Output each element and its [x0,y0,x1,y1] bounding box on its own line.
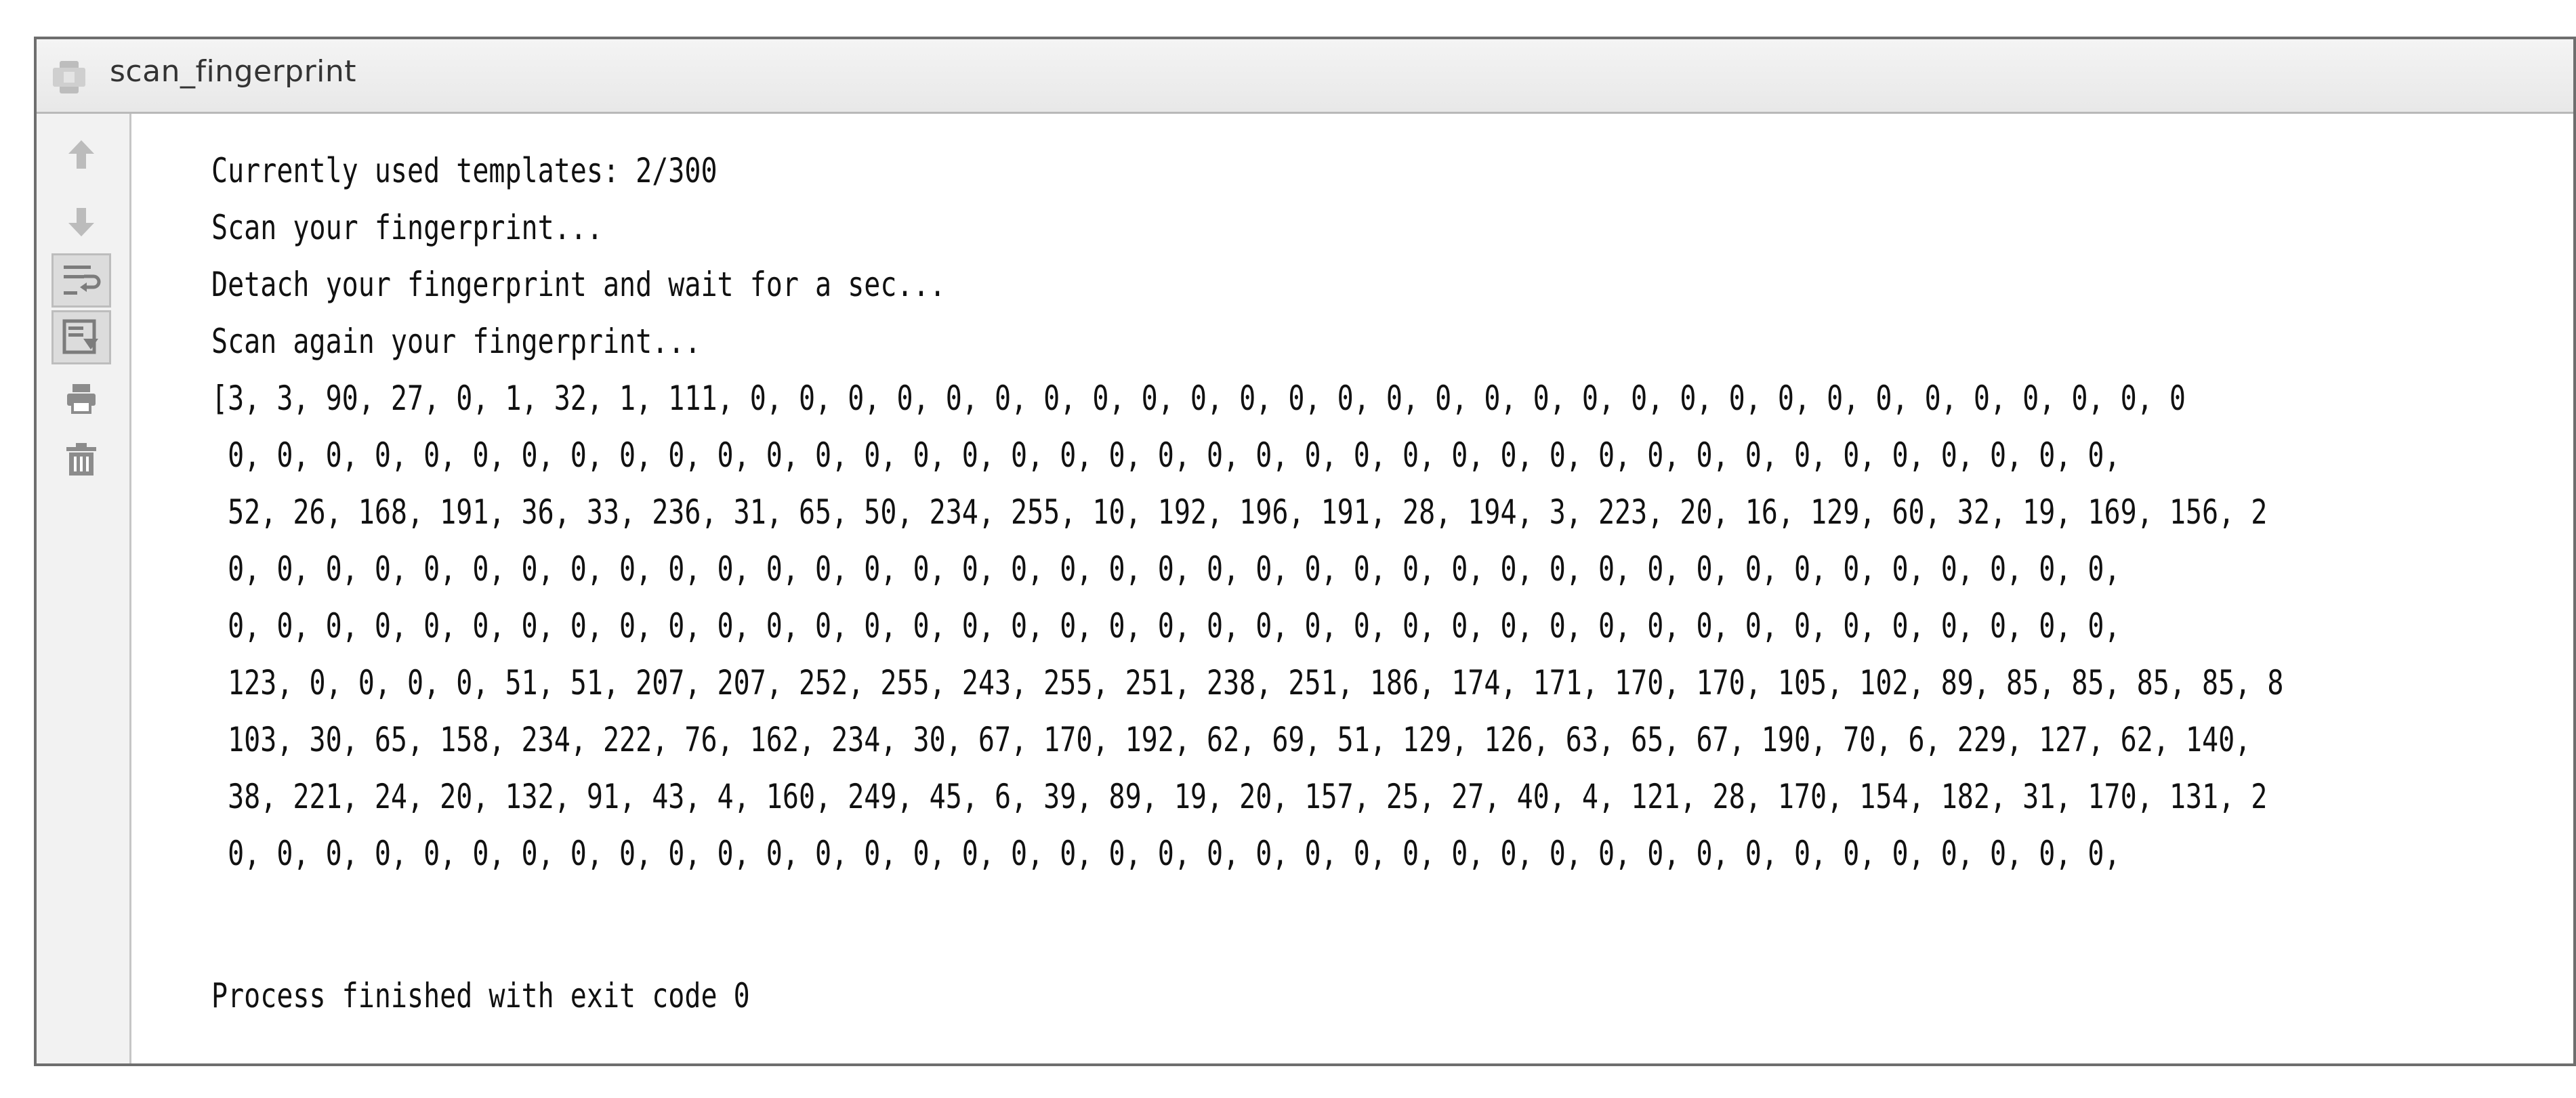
console-line: Scan again your fingerprint... [211,322,701,361]
console-line: 38, 221, 24, 20, 132, 91, 43, 4, 160, 24… [211,777,2268,816]
window-title: scan_fingerprint [110,54,357,89]
title-bar: scan_fingerprint [37,39,2573,114]
arrow-down-icon [66,205,97,239]
soft-wrap-toggle[interactable] [51,253,111,308]
console-line: 0, 0, 0, 0, 0, 0, 0, 0, 0, 0, 0, 0, 0, 0… [211,549,2121,589]
print-button[interactable] [51,371,111,425]
console-toolbar [37,114,131,1063]
console-line: 0, 0, 0, 0, 0, 0, 0, 0, 0, 0, 0, 0, 0, 0… [211,606,2121,646]
console-line: [3, 3, 90, 27, 0, 1, 32, 1, 111, 0, 0, 0… [211,379,2186,418]
console-line: Scan your fingerprint... [211,208,603,247]
print-icon [64,381,98,415]
python-run-config-icon [50,58,88,96]
console-line: 0, 0, 0, 0, 0, 0, 0, 0, 0, 0, 0, 0, 0, 0… [211,436,2121,475]
scroll-to-end-icon [62,318,101,356]
console-line: 103, 30, 65, 158, 234, 222, 76, 162, 234… [211,720,2251,759]
scroll-to-end-toggle[interactable] [51,310,111,364]
clear-all-button[interactable] [51,432,111,486]
trash-icon [65,442,98,477]
console-line: Currently used templates: 2/300 [211,151,718,190]
console-line: Detach your fingerprint and wait for a s… [211,265,946,304]
arrow-up-icon [66,138,97,171]
down-occurrence-button[interactable] [51,195,111,249]
console-line: 123, 0, 0, 0, 0, 51, 51, 207, 207, 252, … [211,663,2284,702]
console-line: 0, 0, 0, 0, 0, 0, 0, 0, 0, 0, 0, 0, 0, 0… [211,834,2121,873]
soft-wrap-icon [61,261,102,299]
process-exit-line: Process finished with exit code 0 [211,976,750,1015]
console-output[interactable]: Currently used templates: 2/300 Scan you… [131,114,2573,1063]
run-tool-window: scan_fingerprint Currently used template… [34,37,2576,1066]
console-line: 52, 26, 168, 191, 36, 33, 236, 31, 65, 5… [211,492,2268,532]
up-occurrence-button[interactable] [51,127,111,182]
